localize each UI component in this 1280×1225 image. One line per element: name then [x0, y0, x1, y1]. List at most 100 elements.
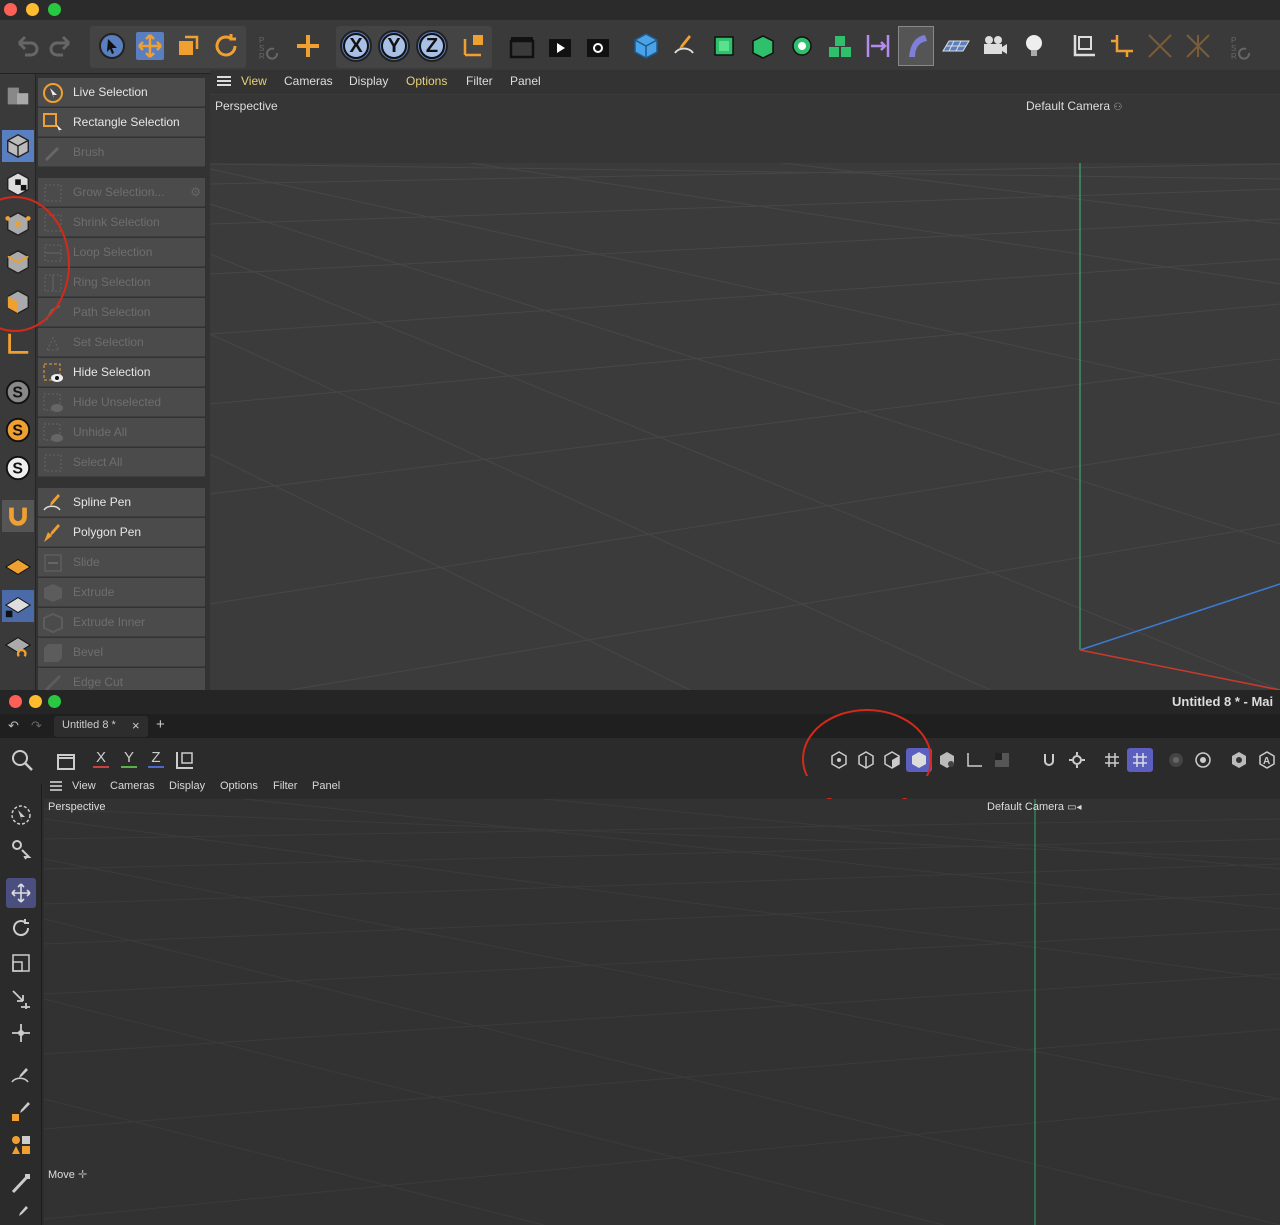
close-window-button[interactable] — [4, 3, 17, 16]
hamburger-menu-icon[interactable] — [49, 780, 63, 795]
placement-tool-button[interactable] — [6, 1018, 36, 1048]
y-axis-lock-button[interactable]: Y — [378, 30, 410, 62]
tweak-tool-button[interactable] — [6, 834, 36, 864]
undo-button[interactable] — [8, 26, 44, 66]
menu-options[interactable]: Options — [220, 780, 258, 792]
menu-item-live-selection[interactable]: Live Selection — [38, 78, 205, 107]
magnet-snap-button[interactable] — [2, 500, 34, 532]
z-axis-lock-button[interactable]: Z — [416, 30, 448, 62]
z-axis-button[interactable]: Z — [148, 749, 164, 768]
grid-snap-button[interactable] — [1101, 749, 1123, 771]
workplane-mode-button[interactable] — [2, 550, 34, 582]
menu-item-spline-pen[interactable]: Spline Pen — [38, 488, 205, 517]
menu-view[interactable]: View — [241, 74, 267, 88]
scale-tool-button[interactable] — [170, 26, 206, 66]
document-tab[interactable]: Untitled 8 * × — [54, 716, 148, 737]
deformer-button[interactable] — [860, 26, 896, 66]
rotate-tool-button[interactable] — [6, 913, 36, 943]
menu-cameras[interactable]: Cameras — [110, 780, 155, 792]
maximize-window-button[interactable] — [48, 3, 61, 16]
menu-cameras[interactable]: Cameras — [284, 74, 333, 88]
model-mode-button[interactable] — [2, 130, 34, 162]
undo-icon[interactable]: ↶ — [8, 718, 19, 734]
menu-item-hide-selection[interactable]: Hide Selection — [38, 358, 205, 387]
mograph-cloner-button[interactable] — [784, 26, 820, 66]
redo-icon[interactable]: ↷ — [31, 718, 42, 734]
camera-label[interactable]: Default Camera ▭◂ — [987, 801, 1082, 813]
menu-panel[interactable]: Panel — [510, 74, 541, 88]
rotate-tool-button[interactable] — [208, 26, 244, 66]
minimize-window-button[interactable] — [26, 3, 39, 16]
quantize-button[interactable] — [1142, 26, 1178, 66]
coordinate-system-button[interactable] — [174, 749, 196, 771]
coordinate-system-button[interactable] — [456, 26, 492, 66]
object-mode-button[interactable] — [55, 750, 77, 772]
scale-tool-button[interactable] — [6, 948, 36, 978]
locked-workplane-button[interactable] — [1180, 26, 1216, 66]
cube-object-button[interactable] — [628, 26, 664, 66]
menu-filter[interactable]: Filter — [273, 780, 297, 792]
axis-display-button[interactable] — [963, 749, 985, 771]
menu-item-select-all[interactable]: Select All — [38, 448, 205, 477]
psr-snap-button[interactable]: PSR — [1222, 26, 1258, 66]
extrude-generator-button[interactable] — [744, 26, 780, 66]
visibility-button[interactable] — [1228, 749, 1250, 771]
floor-object-button[interactable] — [938, 26, 974, 66]
grid-rotate-button[interactable] — [2, 630, 34, 662]
solo-button[interactable] — [1165, 749, 1187, 771]
menu-item-edge-cut[interactable]: Edge Cut — [38, 668, 205, 690]
array-object-button[interactable] — [822, 26, 858, 66]
snap-mode-button-2[interactable]: S — [2, 414, 34, 446]
snap-button[interactable] — [1038, 749, 1060, 771]
menu-display[interactable]: Display — [169, 780, 205, 792]
make-editable-button[interactable] — [2, 80, 34, 112]
add-object-button[interactable] — [290, 26, 326, 66]
render-to-picture-viewer-button[interactable] — [542, 26, 578, 66]
tab-close-icon[interactable]: × — [132, 718, 140, 733]
x-axis-button[interactable]: X — [93, 749, 109, 768]
knife-tool-button[interactable] — [6, 1130, 36, 1160]
transfer-tool-button[interactable] — [6, 984, 36, 1014]
snap-mode-button-3[interactable]: S — [2, 452, 34, 484]
bend-deformer-button[interactable] — [898, 26, 934, 66]
workplane-snap-button[interactable] — [1127, 748, 1153, 772]
render-view-button[interactable] — [504, 26, 540, 66]
snap-mode-button-1[interactable]: S — [2, 376, 34, 408]
render-settings-button[interactable] — [1192, 749, 1214, 771]
minimize-window-button[interactable] — [29, 695, 42, 708]
menu-panel[interactable]: Panel — [312, 780, 340, 792]
camera-object-button[interactable] — [976, 26, 1012, 66]
move-tool-button[interactable] — [6, 878, 36, 908]
menu-item-extrude-inner[interactable]: Extrude Inner — [38, 608, 205, 637]
menu-item-slide[interactable]: Slide — [38, 548, 205, 577]
pen-spline-button[interactable] — [666, 26, 702, 66]
snap-axis-button[interactable] — [1104, 26, 1140, 66]
viewport[interactable] — [44, 799, 1280, 1225]
camera-label[interactable]: Default Camera ⚇ — [1026, 99, 1122, 113]
viewport[interactable] — [210, 74, 1280, 690]
menu-item-rectangle-selection[interactable]: Rectangle Selection — [38, 108, 205, 137]
x-axis-lock-button[interactable]: X — [340, 30, 372, 62]
new-tab-button[interactable]: + — [156, 716, 165, 733]
menu-item-bevel[interactable]: Bevel — [38, 638, 205, 667]
pen-tool-button[interactable] — [6, 1200, 36, 1225]
axis-mode-button[interactable] — [2, 328, 34, 360]
close-window-button[interactable] — [9, 695, 22, 708]
menu-filter[interactable]: Filter — [466, 74, 493, 88]
brush-tool-button[interactable] — [6, 1168, 36, 1198]
menu-item-brush[interactable]: Brush — [38, 138, 205, 167]
menu-item-unhide-all[interactable]: Unhide All — [38, 418, 205, 447]
menu-options[interactable]: Options — [406, 74, 447, 88]
lines-mode-button[interactable] — [936, 749, 958, 771]
menu-item-hide-unselected[interactable]: Hide Unselected — [38, 388, 205, 417]
move-tool-button[interactable] — [132, 26, 168, 66]
menu-item-path-selection[interactable]: Path Selection — [38, 298, 205, 327]
y-axis-button[interactable]: Y — [121, 749, 137, 768]
locked-grid-button[interactable] — [2, 590, 34, 622]
backface-button[interactable] — [991, 749, 1013, 771]
menu-item-extrude[interactable]: Extrude — [38, 578, 205, 607]
menu-item-polygon-pen[interactable]: Polygon Pen — [38, 518, 205, 547]
subdivision-surface-button[interactable] — [706, 26, 742, 66]
live-selection-button[interactable] — [6, 800, 36, 830]
maximize-window-button[interactable] — [48, 695, 61, 708]
